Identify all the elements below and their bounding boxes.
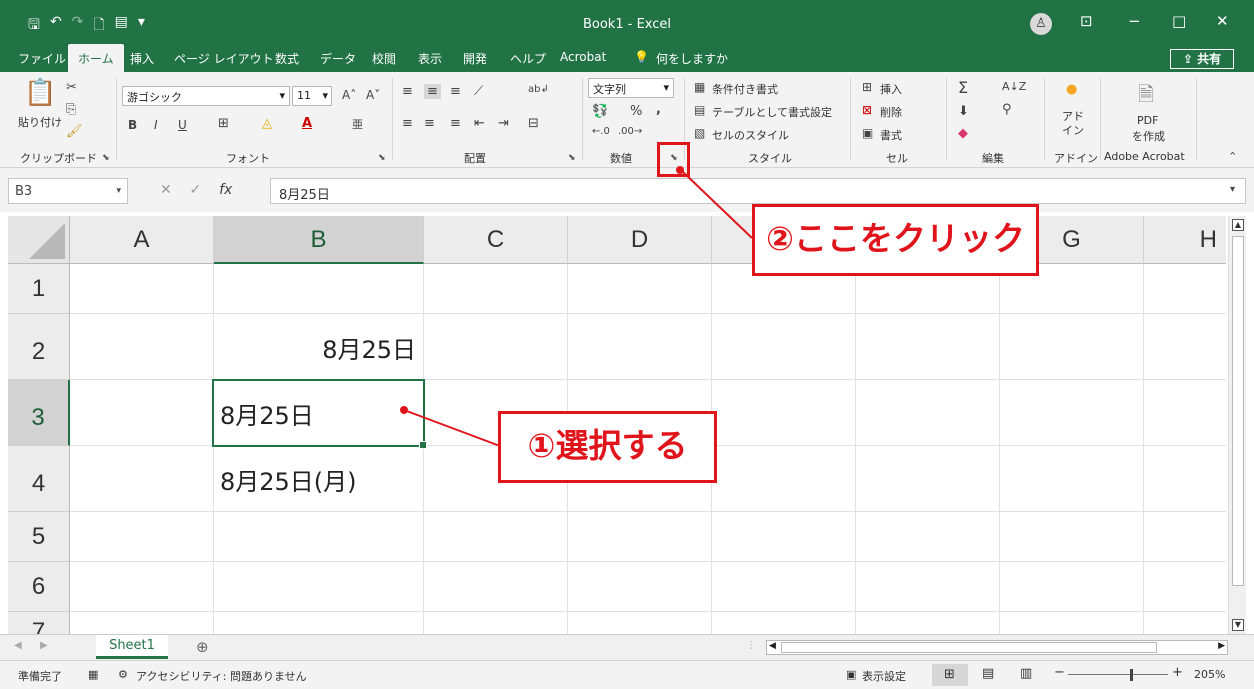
annotation-arrows bbox=[400, 166, 753, 447]
arrow-to-cell bbox=[403, 409, 501, 447]
arrow-dot-cell bbox=[400, 406, 408, 414]
arrow-to-dialog-launcher bbox=[682, 171, 753, 239]
callout-step2: ②ここをクリック bbox=[752, 204, 1039, 276]
arrow-dot-dialog bbox=[676, 166, 684, 174]
callout-step1: ①選択する bbox=[498, 411, 717, 483]
excel-window: 🖫 ↶ ↷ 🗋 ▤ ▾ Book1 - Excel ♙ ⊡ − □ ✕ ファイル… bbox=[0, 0, 1254, 689]
